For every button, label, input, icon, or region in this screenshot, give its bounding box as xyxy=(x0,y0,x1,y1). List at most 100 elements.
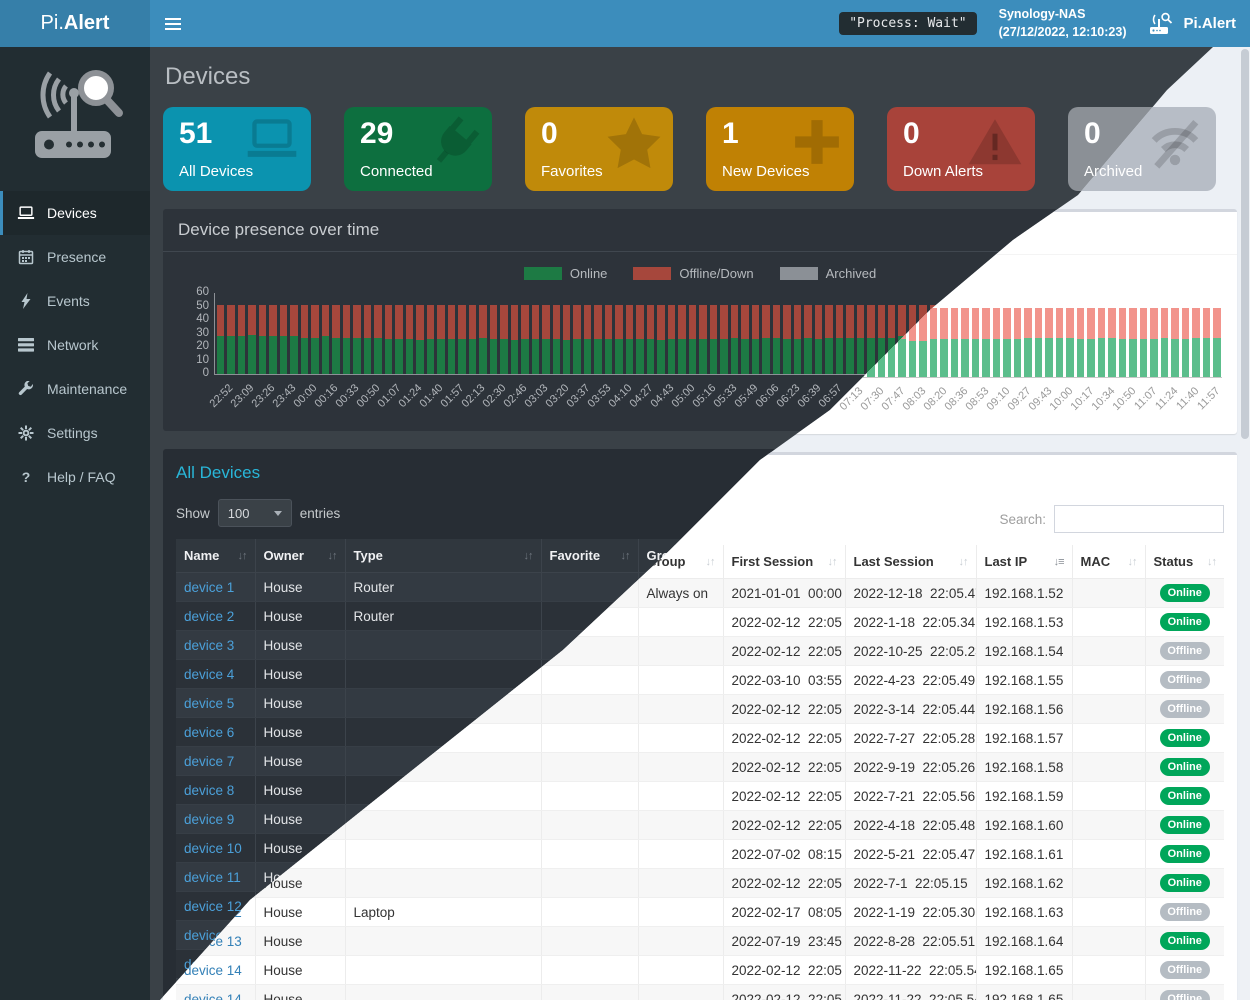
cell-mac xyxy=(1072,637,1145,666)
x-tick-label: 03:03 xyxy=(522,382,550,410)
app: Pi.Alert "Process: Wait" Synology-NAS (2… xyxy=(0,0,1250,1000)
cell-owner: House xyxy=(255,689,345,718)
sort-icon[interactable]: ↓↑ xyxy=(238,550,247,562)
legend-swatch xyxy=(524,267,562,280)
top-header: Pi.Alert "Process: Wait" Synology-NAS (2… xyxy=(0,0,1250,47)
sidebar-toggle-icon[interactable] xyxy=(150,0,195,47)
sidebar-item-maintenance[interactable]: Maintenance xyxy=(0,367,150,411)
chart-bar xyxy=(1129,308,1136,377)
x-tick-label: 06:06 xyxy=(753,382,781,410)
device-link[interactable]: device 14 xyxy=(184,992,242,1000)
sidebar-item-settings[interactable]: Settings xyxy=(0,411,150,455)
chart-bar xyxy=(1045,308,1052,377)
sort-icon[interactable]: ↓↑ xyxy=(1128,556,1137,568)
status-badge: Offline xyxy=(1160,642,1210,660)
sort-icon[interactable]: ↓↑ xyxy=(1207,556,1216,568)
plug-icon xyxy=(428,117,480,169)
cell-mac xyxy=(1072,695,1145,724)
device-link[interactable]: device 8 xyxy=(184,783,234,798)
x-tick-label: 00:33 xyxy=(333,382,361,410)
sort-icon[interactable]: ↓↑ xyxy=(621,550,630,562)
device-link[interactable]: device 12 xyxy=(184,899,242,914)
card-down-alerts[interactable]: 0Down Alerts xyxy=(887,107,1035,191)
device-link[interactable]: device 6 xyxy=(184,725,234,740)
device-link[interactable]: device 1 xyxy=(184,580,234,595)
column-header-type[interactable]: Type ↓↑ xyxy=(345,539,541,573)
page-length-select[interactable]: 100 xyxy=(218,499,292,527)
chart-bar xyxy=(406,305,413,374)
column-header-owner[interactable]: Owner ↓↑ xyxy=(255,539,345,573)
cell-last-session: 2022-1-19 22:05.30 xyxy=(845,898,976,927)
cell-group xyxy=(638,695,723,724)
device-link[interactable]: device 2 xyxy=(184,609,234,624)
scrollbar[interactable] xyxy=(1240,47,1250,1000)
chart-bar xyxy=(280,305,287,374)
sidebar-item-label: Presence xyxy=(47,249,106,265)
sort-icon[interactable]: ↓↑ xyxy=(959,556,968,568)
pialert-icon xyxy=(1148,12,1175,35)
cell-owner: House xyxy=(255,660,345,689)
sidebar-item-network[interactable]: Network xyxy=(0,323,150,367)
column-header-favorite[interactable]: Favorite↓↑ xyxy=(541,539,638,573)
column-label: MAC xyxy=(1081,554,1111,569)
device-link[interactable]: device 10 xyxy=(184,841,242,856)
cell-first-session: 2022-02-12 22:05 xyxy=(723,724,845,753)
chart-bar xyxy=(1056,308,1063,377)
card-new-devices[interactable]: 1New Devices xyxy=(706,107,854,191)
x-tick-label: 02:46 xyxy=(501,382,529,410)
x-tick-label: 00:00 xyxy=(291,382,319,410)
sidebar-item-presence[interactable]: Presence xyxy=(0,235,150,279)
sidebar-item-help-faq[interactable]: ?Help / FAQ xyxy=(0,455,150,499)
cell-status: Online xyxy=(1145,927,1224,956)
status-badge: Online xyxy=(1160,729,1210,747)
scrollbar-thumb[interactable] xyxy=(1241,49,1249,439)
column-header-last-ip[interactable]: Last IP↓≡ xyxy=(976,545,1072,579)
sort-icon[interactable]: ↓↑ xyxy=(706,556,715,568)
device-link[interactable]: device 3 xyxy=(184,638,234,653)
cell-favorite xyxy=(541,956,638,985)
device-link[interactable]: device 11 xyxy=(184,870,241,885)
y-tick-label: 20 xyxy=(196,340,209,352)
process-status-badge: "Process: Wait" xyxy=(839,12,976,35)
card-favorites[interactable]: 0Favorites xyxy=(525,107,673,191)
sort-icon[interactable]: ↓↑ xyxy=(328,550,337,562)
cell-favorite xyxy=(541,695,638,724)
device-link[interactable]: device 9 xyxy=(184,812,234,827)
device-link[interactable]: device 5 xyxy=(184,696,234,711)
nav-brand[interactable]: Pi.Alert xyxy=(1148,12,1236,35)
cell-favorite xyxy=(541,666,638,695)
column-label: Type xyxy=(354,548,383,563)
device-link[interactable]: device 7 xyxy=(184,754,234,769)
chart-bar xyxy=(1014,308,1021,377)
sort-icon[interactable]: ↓↑ xyxy=(828,556,837,568)
column-header-last-session[interactable]: Last Session↓↑ xyxy=(845,545,976,579)
sidebar-item-devices[interactable]: Devices xyxy=(0,191,150,235)
sort-icon[interactable]: ↓↑ xyxy=(524,550,533,562)
cell-last-session: 2022-4-23 22:05.49 xyxy=(845,666,976,695)
chart-bar xyxy=(301,305,308,374)
device-link[interactable]: device 14 xyxy=(184,963,242,978)
column-header-mac[interactable]: MAC ↓↑ xyxy=(1072,545,1145,579)
sort-icon[interactable]: ↓≡ xyxy=(1054,556,1064,568)
y-tick-label: 30 xyxy=(196,327,209,339)
app-logo[interactable]: Pi.Alert xyxy=(0,0,150,47)
card-all-devices[interactable]: 51All Devices xyxy=(163,107,311,191)
sidebar-item-events[interactable]: Events xyxy=(0,279,150,323)
cell-mac xyxy=(1072,753,1145,782)
column-header-first-session[interactable]: First Session↓↑ xyxy=(723,545,845,579)
wifi-slash-icon xyxy=(1146,117,1204,169)
cell-favorite xyxy=(541,869,638,898)
table-row: device 11House2022-02-12 22:052022-7-1 2… xyxy=(176,869,1224,898)
device-link[interactable]: device 4 xyxy=(184,667,234,682)
column-header-name[interactable]: Name↓↑ xyxy=(176,539,255,573)
search-input[interactable] xyxy=(1054,505,1224,533)
chart-bar xyxy=(1140,308,1147,377)
chart-bar xyxy=(1066,308,1073,377)
network-icon xyxy=(17,338,35,352)
column-label: Owner xyxy=(264,548,304,563)
cell-status: Online xyxy=(1145,724,1224,753)
cell-last-ip: 192.168.1.56 xyxy=(976,695,1072,724)
cell-first-session: 2022-02-12 22:05 xyxy=(723,637,845,666)
card-connected[interactable]: 29Connected xyxy=(344,107,492,191)
column-header-status[interactable]: Status↓↑ xyxy=(1145,545,1224,579)
